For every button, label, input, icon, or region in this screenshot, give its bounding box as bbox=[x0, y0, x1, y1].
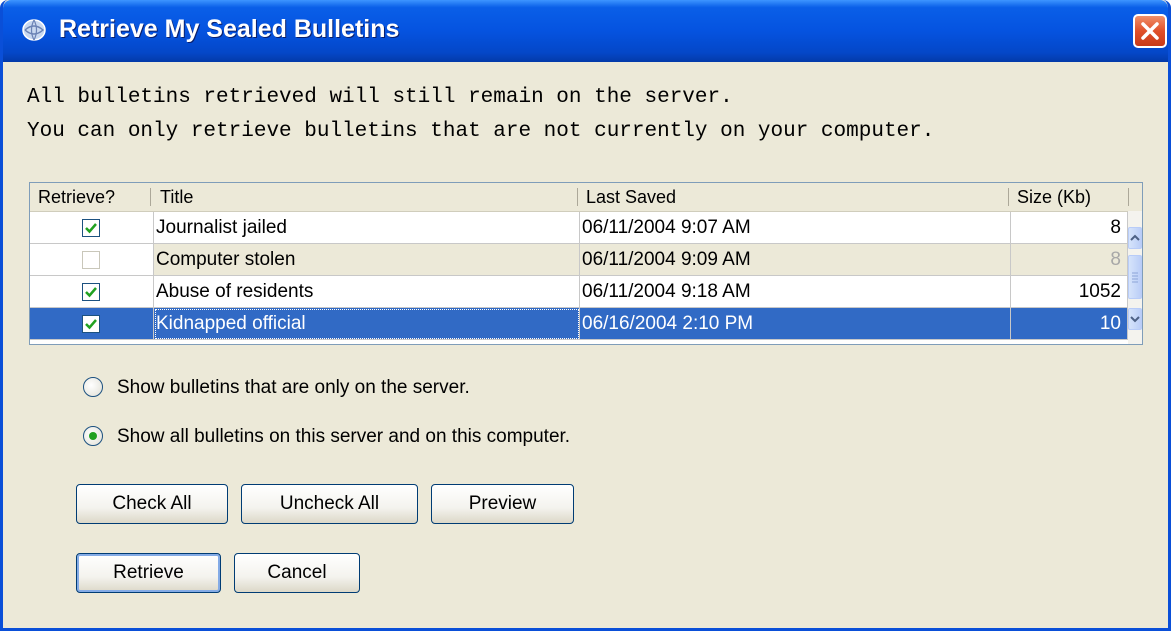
title-cell[interactable]: Kidnapped official bbox=[154, 308, 580, 340]
cancel-button[interactable]: Cancel bbox=[234, 553, 360, 593]
scroll-thumb[interactable] bbox=[1128, 255, 1142, 299]
retrieve-button[interactable]: Retrieve bbox=[76, 553, 221, 593]
radio-selected-dot bbox=[89, 432, 97, 440]
chevron-up-icon bbox=[1130, 234, 1140, 241]
grip-icon bbox=[1132, 272, 1138, 283]
radio-button[interactable] bbox=[83, 377, 103, 397]
bulletins-table: Retrieve? Title Last Saved Size (Kb) Jou… bbox=[29, 182, 1143, 345]
check-all-button[interactable]: Check All bbox=[76, 484, 228, 524]
size-cell[interactable]: 1052 bbox=[1011, 276, 1128, 308]
title-cell[interactable]: Journalist jailed bbox=[154, 212, 580, 244]
column-header-retrieve[interactable]: Retrieve? bbox=[30, 183, 150, 211]
table-row[interactable]: Computer stolen 06/11/2004 9:09 AM 8 bbox=[30, 244, 1128, 276]
table-row[interactable]: Journalist jailed 06/11/2004 9:07 AM 8 bbox=[30, 212, 1128, 244]
retrieve-cell[interactable] bbox=[30, 308, 154, 340]
scroll-down-button[interactable] bbox=[1128, 308, 1142, 330]
info-message-line-2: You can only retrieve bulletins that are… bbox=[27, 120, 935, 143]
column-header-title[interactable]: Title bbox=[154, 183, 574, 211]
retrieve-checkbox[interactable] bbox=[82, 219, 100, 237]
close-icon bbox=[1141, 22, 1159, 40]
chevron-down-icon bbox=[1130, 316, 1140, 323]
size-cell[interactable]: 10 bbox=[1011, 308, 1128, 340]
size-cell[interactable]: 8 bbox=[1011, 244, 1128, 276]
close-button[interactable] bbox=[1133, 14, 1167, 48]
vertical-scrollbar[interactable] bbox=[1128, 211, 1142, 344]
checkmark-icon bbox=[85, 223, 97, 234]
retrieve-checkbox[interactable] bbox=[82, 283, 100, 301]
retrieve-cell[interactable] bbox=[30, 212, 154, 244]
last-saved-cell[interactable]: 06/16/2004 2:10 PM bbox=[580, 308, 1011, 340]
retrieve-checkbox[interactable] bbox=[82, 315, 100, 333]
column-divider[interactable] bbox=[1008, 188, 1009, 206]
column-divider[interactable] bbox=[1128, 188, 1129, 206]
radio-label[interactable]: Show all bulletins on this server and on… bbox=[117, 424, 570, 450]
column-header-size[interactable]: Size (Kb) bbox=[1011, 183, 1126, 211]
checkmark-icon bbox=[85, 287, 97, 298]
last-saved-cell[interactable]: 06/11/2004 9:18 AM bbox=[580, 276, 1011, 308]
last-saved-cell[interactable]: 06/11/2004 9:07 AM bbox=[580, 212, 1011, 244]
retrieve-dialog: Retrieve My Sealed Bulletins All bulleti… bbox=[0, 0, 1171, 631]
preview-button[interactable]: Preview bbox=[431, 484, 574, 524]
scroll-up-button[interactable] bbox=[1128, 227, 1142, 249]
table-row[interactable]: Abuse of residents 06/11/2004 9:18 AM 10… bbox=[30, 276, 1128, 308]
checkmark-icon bbox=[85, 319, 97, 330]
globe-app-icon bbox=[21, 18, 47, 42]
retrieve-cell[interactable] bbox=[30, 276, 154, 308]
title-cell[interactable]: Abuse of residents bbox=[154, 276, 580, 308]
window-title: Retrieve My Sealed Bulletins bbox=[59, 15, 400, 43]
retrieve-checkbox[interactable] bbox=[82, 251, 100, 269]
retrieve-cell[interactable] bbox=[30, 244, 154, 276]
radio-label[interactable]: Show bulletins that are only on the serv… bbox=[117, 375, 470, 401]
radio-button[interactable] bbox=[83, 426, 103, 446]
table-row-selected[interactable]: Kidnapped official 06/16/2004 2:10 PM 10 bbox=[30, 308, 1128, 340]
last-saved-cell[interactable]: 06/11/2004 9:09 AM bbox=[580, 244, 1011, 276]
title-cell[interactable]: Computer stolen bbox=[154, 244, 580, 276]
column-divider[interactable] bbox=[150, 188, 151, 206]
size-cell[interactable]: 8 bbox=[1011, 212, 1128, 244]
info-message-line-1: All bulletins retrieved will still remai… bbox=[27, 86, 733, 109]
title-bar[interactable]: Retrieve My Sealed Bulletins bbox=[3, 0, 1168, 62]
table-header: Retrieve? Title Last Saved Size (Kb) bbox=[30, 183, 1142, 212]
column-header-last-saved[interactable]: Last Saved bbox=[580, 183, 1000, 211]
uncheck-all-button[interactable]: Uncheck All bbox=[241, 484, 418, 524]
column-divider[interactable] bbox=[577, 188, 578, 206]
